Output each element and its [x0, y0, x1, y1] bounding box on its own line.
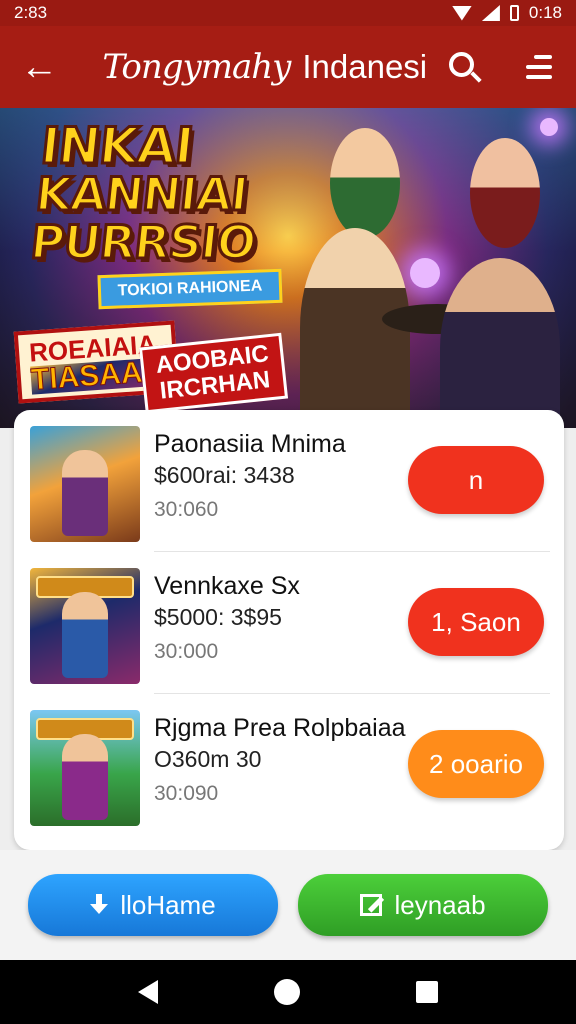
download-button[interactable]: lloHame — [28, 874, 278, 936]
thumbnail-character — [62, 450, 108, 536]
banner-title: INKAI KANNIAI PURRSIO — [27, 116, 267, 271]
app-title-text: Indanesi — [302, 48, 428, 85]
status-icons: 0:18 — [451, 3, 562, 23]
nav-home-icon[interactable] — [274, 979, 300, 1005]
status-time: 2:83 — [14, 3, 48, 22]
game-title: Paonasiia Mnima — [154, 430, 346, 458]
magic-spark — [540, 118, 558, 136]
action-button[interactable]: 2 ooario — [408, 730, 544, 798]
list-item[interactable] — [14, 836, 564, 850]
game-price: O360m 30 — [154, 746, 262, 772]
wifi-icon — [451, 5, 472, 21]
action-button[interactable]: 1, Saon — [408, 588, 544, 656]
game-subtext: 30:090 — [154, 782, 219, 805]
menu-button[interactable] — [502, 26, 576, 108]
game-thumbnail[interactable] — [30, 710, 140, 826]
game-title: Rjgma Prea Rolpbaiaa — [154, 714, 406, 742]
edit-button-label: leynaab — [394, 889, 486, 920]
hero-character — [440, 258, 560, 428]
back-button[interactable]: ← — [0, 26, 78, 108]
app-title-script: Tongymahy — [102, 47, 291, 87]
list-item[interactable]: Paonasiia Mnima $600rai: 3438 30:060 n — [14, 410, 564, 550]
app-bar: ← Tongymahy Indanesi — [0, 26, 576, 108]
edit-button[interactable]: leynaab — [298, 874, 548, 936]
game-subtext: 30:060 — [154, 498, 219, 521]
nav-back-icon[interactable] — [138, 980, 158, 1004]
nav-recent-icon[interactable] — [416, 981, 438, 1003]
list-item[interactable]: Rjgma Prea Rolpbaiaa O360m 30 30:090 2 o… — [14, 694, 564, 834]
banner-subtitle: TOKIOI RAHIONEA — [97, 268, 283, 310]
game-list: Paonasiia Mnima $600rai: 3438 30:060 n V… — [14, 410, 564, 850]
search-button[interactable] — [427, 26, 501, 108]
game-subtext: 30:000 — [154, 640, 219, 663]
menu-icon — [533, 55, 552, 59]
game-price: $5000: 3$95 — [154, 604, 282, 630]
system-nav-bar — [0, 960, 576, 1024]
search-icon — [448, 51, 474, 77]
banner-title-line: INKAI — [36, 116, 197, 177]
edit-icon — [360, 894, 383, 916]
banner-title-line: PURRSIO — [27, 214, 260, 271]
status-clock: 0:18 — [528, 3, 562, 22]
menu-icon-line — [525, 75, 552, 79]
hero-character — [330, 128, 400, 238]
game-thumbnail[interactable] — [30, 426, 140, 542]
signal-icon — [481, 5, 500, 21]
download-button-label: lloHame — [120, 889, 216, 920]
status-bar: 2:83 0:18 — [0, 0, 576, 26]
thumbnail-character — [62, 734, 108, 820]
app-title: Tongymahy Indanesi — [78, 47, 427, 87]
list-item[interactable]: Vennkaxe Sx $5000: 3$95 30:000 1, Saon — [14, 552, 564, 692]
arrow-left-icon: ← — [20, 45, 59, 88]
game-title: Vennkaxe Sx — [154, 572, 300, 600]
download-icon — [90, 894, 109, 916]
game-thumbnail[interactable] — [30, 568, 140, 684]
bottom-action-bar: lloHame leynaab — [0, 850, 576, 960]
thumbnail-character — [62, 592, 108, 678]
promo-banner[interactable]: INKAI KANNIAI PURRSIO TOKIOI RAHIONEA RO… — [0, 108, 576, 428]
action-button[interactable]: n — [408, 446, 544, 514]
game-price: $600rai: 3438 — [154, 462, 295, 488]
battery-icon — [509, 5, 519, 21]
magic-spark — [410, 258, 440, 288]
hero-character — [470, 138, 540, 248]
menu-icon-line — [525, 65, 552, 69]
banner-title-line: KANNIAI — [32, 166, 252, 223]
